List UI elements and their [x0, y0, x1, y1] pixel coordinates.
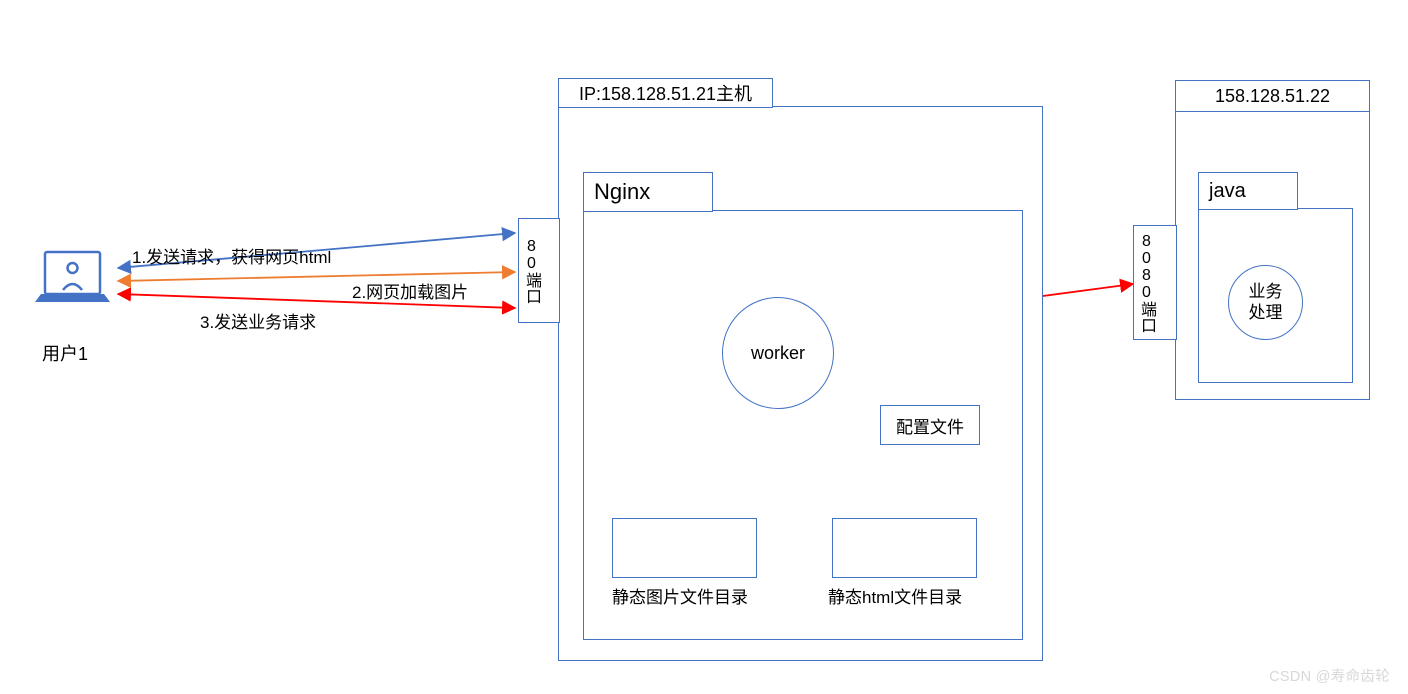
watermark: CSDN @寿命齿轮	[1269, 665, 1390, 686]
staticimg-box	[612, 518, 757, 578]
port80-label: 80端口	[519, 219, 543, 322]
statichtml-box	[832, 518, 977, 578]
nginx-title: Nginx	[583, 172, 713, 212]
biz-circle: 业务 处理	[1228, 265, 1303, 340]
worker-circle: worker	[722, 297, 834, 409]
user-label: 用户1	[42, 340, 88, 366]
flow-3-label: 3.发送业务请求	[200, 308, 316, 333]
port8080-label: 8080端口	[1134, 226, 1158, 339]
flow-1-label: 1.发送请求，获得网页html	[132, 243, 331, 268]
port8080-box: 8080端口	[1133, 225, 1177, 340]
host1-title: IP:158.128.51.21主机	[558, 78, 773, 108]
user-icon	[35, 252, 110, 302]
port80-box: 80端口	[518, 218, 560, 323]
architecture-diagram: 用户1 1.发送请求，获得网页html 2.网页加载图片 3.发送业务请求 IP…	[0, 0, 1408, 694]
staticimg-label: 静态图片文件目录	[612, 583, 748, 608]
statichtml-label: 静态html文件目录	[828, 583, 962, 608]
config-box: 配置文件	[880, 405, 980, 445]
host2-title: 158.128.51.22	[1175, 80, 1370, 112]
flow-2-label: 2.网页加载图片	[352, 278, 468, 303]
java-title: java	[1198, 172, 1298, 210]
